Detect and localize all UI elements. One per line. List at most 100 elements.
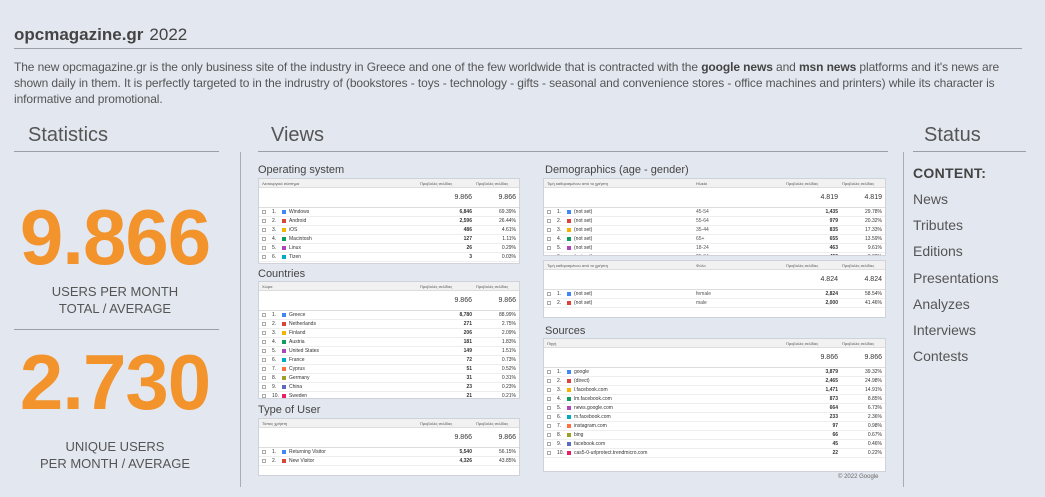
row-pageviews-percent: 29.78% xyxy=(865,209,882,215)
row-dimension-link[interactable]: Greece xyxy=(289,312,420,318)
row-checkbox[interactable] xyxy=(262,394,266,398)
row-dimension-link[interactable]: France xyxy=(289,357,420,363)
row-dimension-link[interactable]: (not set) xyxy=(574,227,696,233)
row-pageviews: 486 xyxy=(463,227,472,233)
row-dimension-link[interactable]: instagram.com xyxy=(574,423,786,429)
row-dimension-link[interactable]: Tizen xyxy=(289,254,420,260)
row-dimension-link[interactable]: (not set) xyxy=(574,300,696,306)
row-checkbox[interactable] xyxy=(547,424,551,428)
row-checkbox[interactable] xyxy=(262,367,266,371)
row-checkbox[interactable] xyxy=(547,255,551,256)
intro-text-2: and xyxy=(772,60,799,74)
row-dimension-link[interactable]: Windows xyxy=(289,209,420,215)
row-checkbox[interactable] xyxy=(262,210,266,214)
column-header-pageviews[interactable]: Προβολές σελίδας xyxy=(786,181,842,186)
row-dimension-link[interactable]: (not set) xyxy=(574,291,696,297)
row-dimension-link[interactable]: Germany xyxy=(289,375,420,381)
row-dimension-link[interactable]: (not set) xyxy=(574,218,696,224)
row-dimension-link[interactable]: lm.facebook.com xyxy=(574,396,786,402)
row-dimension-link[interactable]: (direct) xyxy=(574,378,786,384)
intro-bold-msn-news: msn news xyxy=(798,60,857,74)
row-checkbox[interactable] xyxy=(547,415,551,419)
row-checkbox[interactable] xyxy=(547,301,551,305)
row-color-swatch xyxy=(567,246,571,250)
row-checkbox[interactable] xyxy=(547,210,551,214)
column-header-pageviews[interactable]: Προβολές σελίδας xyxy=(420,181,476,186)
row-dimension-link[interactable]: Austria xyxy=(289,339,420,345)
row-checkbox[interactable] xyxy=(547,388,551,392)
row-checkbox[interactable] xyxy=(262,246,266,250)
row-checkbox[interactable] xyxy=(547,219,551,223)
row-dimension-link[interactable]: Returning Visitor xyxy=(289,449,420,455)
row-checkbox[interactable] xyxy=(547,442,551,446)
row-dimension-link[interactable]: iOS xyxy=(289,227,420,233)
column-header-pageviews[interactable]: Προβολές σελίδας xyxy=(786,263,842,268)
row-dimension-link[interactable]: google xyxy=(574,369,786,375)
row-checkbox[interactable] xyxy=(262,450,266,454)
column-header-pageviews[interactable]: Προβολές σελίδας xyxy=(420,284,476,289)
row-dimension-link[interactable]: Chrome OS xyxy=(289,263,420,264)
row-checkbox[interactable] xyxy=(547,433,551,437)
row-pageviews: 23 xyxy=(466,384,472,390)
column-header-pageviews[interactable]: Προβολές σελίδας xyxy=(786,341,842,346)
row-checkbox[interactable] xyxy=(262,349,266,353)
column-header-pageviews-percent: Προβολές σελίδας xyxy=(476,180,509,186)
row-dimension-link[interactable]: Macintosh xyxy=(289,236,420,242)
table-row: 6. Tizen 3 0.03% xyxy=(259,253,519,262)
row-checkbox[interactable] xyxy=(547,246,551,250)
row-checkbox[interactable] xyxy=(262,313,266,317)
row-dimension-link[interactable]: (not set) xyxy=(574,254,696,255)
row-dimension-link[interactable]: facebook.com xyxy=(574,441,786,447)
row-dimension-link[interactable]: Linux xyxy=(289,245,420,251)
row-checkbox[interactable] xyxy=(262,385,266,389)
row-checkbox[interactable] xyxy=(547,397,551,401)
row-dimension-link[interactable]: Netherlands xyxy=(289,321,420,327)
row-index: 10. xyxy=(272,393,279,399)
row-dimension-link[interactable]: New Visitor xyxy=(289,458,420,464)
row-checkbox[interactable] xyxy=(547,406,551,410)
row-dimension-link[interactable]: bing xyxy=(574,432,786,438)
row-pageviews-percent: 0.21% xyxy=(501,393,516,399)
row-checkbox[interactable] xyxy=(262,358,266,362)
table-row: 2. (direct) 2,465 24.98% xyxy=(544,377,885,386)
row-pageviews: 2,465 xyxy=(825,378,838,384)
row-checkbox[interactable] xyxy=(262,459,266,463)
row-checkbox[interactable] xyxy=(262,255,266,259)
row-checkbox[interactable] xyxy=(262,331,266,335)
row-index: 1. xyxy=(272,449,277,455)
row-checkbox[interactable] xyxy=(547,370,551,374)
row-checkbox[interactable] xyxy=(547,228,551,232)
row-dimension-link[interactable]: Cyprus xyxy=(289,366,420,372)
row-dimension-link[interactable]: Sweden xyxy=(289,393,420,398)
row-dimension-link[interactable]: China xyxy=(289,384,420,390)
row-dimension-link[interactable]: (not set) xyxy=(574,236,696,242)
row-dimension-link[interactable]: (not set) xyxy=(574,209,696,215)
row-dimension-link[interactable]: Finland xyxy=(289,330,420,336)
row-checkbox[interactable] xyxy=(547,451,551,455)
row-checkbox[interactable] xyxy=(262,322,266,326)
row-checkbox[interactable] xyxy=(262,219,266,223)
row-checkbox[interactable] xyxy=(547,237,551,241)
table-row: 5. (not set) 18-24 463 9.61% xyxy=(544,244,885,253)
row-pageviews-percent: 0.31% xyxy=(501,375,516,381)
row-checkbox[interactable] xyxy=(262,376,266,380)
row-checkbox[interactable] xyxy=(262,237,266,241)
row-checkbox[interactable] xyxy=(262,340,266,344)
row-checkbox[interactable] xyxy=(547,292,551,296)
row-dimension-link[interactable]: cas5-0-urlprotect.trendmicro.com xyxy=(574,450,786,456)
row-dimension-link[interactable]: United States xyxy=(289,348,420,354)
row-dimension-link[interactable]: Android xyxy=(289,218,420,224)
row-dimension-link[interactable]: l.facebook.com xyxy=(574,387,786,393)
row-checkbox[interactable] xyxy=(262,228,266,232)
row-color-swatch xyxy=(567,442,571,446)
row-pageviews: 181 xyxy=(463,339,472,345)
column-header-pageviews[interactable]: Προβολές σελίδας xyxy=(420,421,476,426)
row-color-swatch xyxy=(282,313,286,317)
row-index: 4. xyxy=(557,396,562,402)
row-checkbox[interactable] xyxy=(547,379,551,383)
row-dimension-link[interactable]: m.facebook.com xyxy=(574,414,786,420)
row-dimension-link[interactable]: news.google.com xyxy=(574,405,786,411)
row-pageviews: 31 xyxy=(466,375,472,381)
row-index: 2. xyxy=(557,218,562,224)
row-dimension-link[interactable]: (not set) xyxy=(574,245,696,251)
